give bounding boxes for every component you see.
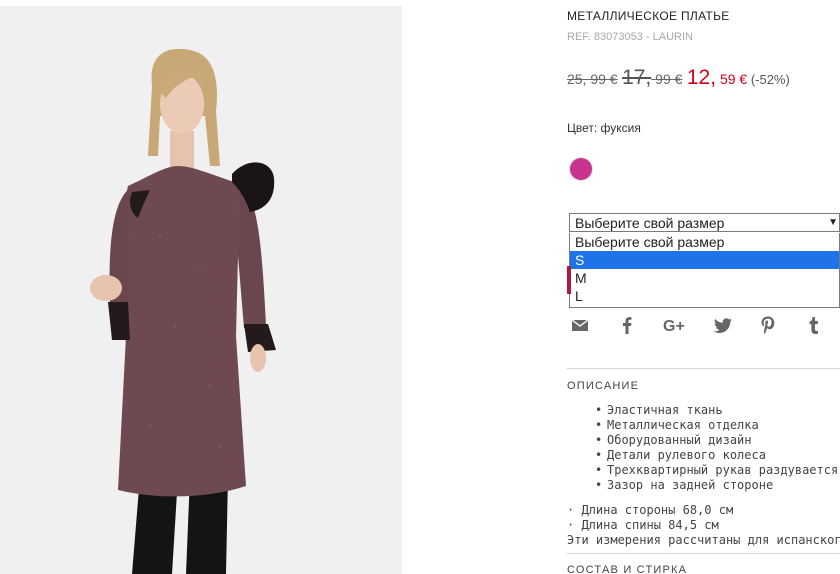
size-select[interactable]: Выберите свой размер ▼ xyxy=(569,213,840,232)
size-option-m[interactable]: M xyxy=(570,269,839,287)
feature-item: Эластичная ткань xyxy=(595,403,838,418)
pinterest-icon[interactable] xyxy=(757,314,779,336)
product-title: МЕТАЛЛИЧЕСКОЕ ПЛАТЬЕ xyxy=(567,9,730,23)
feature-item: Оборудованный дизайн xyxy=(595,433,838,448)
feature-item: Металлическая отделка xyxy=(595,418,838,433)
facebook-icon[interactable] xyxy=(616,314,638,336)
product-image[interactable] xyxy=(0,6,402,574)
twitter-icon[interactable] xyxy=(712,314,734,336)
product-info: МЕТАЛЛИЧЕСКОЕ ПЛАТЬЕ REF. 83073053 - LAU… xyxy=(567,0,840,574)
original-price: 25, 99 € xyxy=(567,71,618,87)
share-bar: G+ xyxy=(567,314,840,336)
feature-item: Детали рулевого колеса xyxy=(595,448,838,463)
size-option-placeholder[interactable]: Выберите свой размер xyxy=(570,233,839,251)
description-heading[interactable]: ОПИСАНИЕ xyxy=(567,380,639,392)
google-plus-icon[interactable]: G+ xyxy=(663,314,689,336)
sale-price-cents: 59 € xyxy=(716,71,748,87)
price-block: 25, 99 € 17, 99 € 12, 59 € (-52%) xyxy=(567,66,790,90)
sale-price-int: 12, xyxy=(686,66,717,89)
color-label: Цвет: фуксия xyxy=(567,121,641,135)
svg-text:G+: G+ xyxy=(663,318,685,335)
discount-badge: (-52%) xyxy=(747,72,790,87)
tumblr-icon[interactable] xyxy=(803,314,825,336)
measurement-line: Эти измерения рассчитаны для испанского … xyxy=(567,533,840,547)
mail-icon[interactable] xyxy=(569,314,591,336)
measurement-line: · Длина стороны 68,0 см xyxy=(567,503,734,517)
size-dropdown-list: Выберите свой размер S M L xyxy=(569,233,840,308)
measurement-line: · Длина спины 84,5 см xyxy=(567,518,719,532)
divider xyxy=(567,368,840,369)
divider xyxy=(567,553,840,554)
feature-item: Зазор на задней стороне xyxy=(595,478,838,493)
measurements: · Длина стороны 68,0 см · Длина спины 84… xyxy=(567,503,840,548)
size-option-s[interactable]: S xyxy=(570,251,839,269)
feature-list: Эластичная ткань Металлическая отделка О… xyxy=(567,403,838,493)
model-illustration xyxy=(0,6,402,574)
size-option-l[interactable]: L xyxy=(570,287,839,305)
product-reference: REF. 83073053 - LAURIN xyxy=(567,31,693,43)
previous-price-int: 17, xyxy=(622,66,652,89)
previous-price-cents: 99 € xyxy=(651,71,683,87)
chevron-down-icon: ▼ xyxy=(828,217,838,228)
color-swatch-fuchsia[interactable] xyxy=(570,158,592,180)
feature-item: Трехквартирный рукав раздувается xyxy=(595,463,838,478)
size-select-value: Выберите свой размер xyxy=(575,215,725,231)
add-to-cart-button-edge[interactable] xyxy=(567,266,571,294)
composition-heading[interactable]: СОСТАВ И СТИРКА xyxy=(567,564,687,574)
